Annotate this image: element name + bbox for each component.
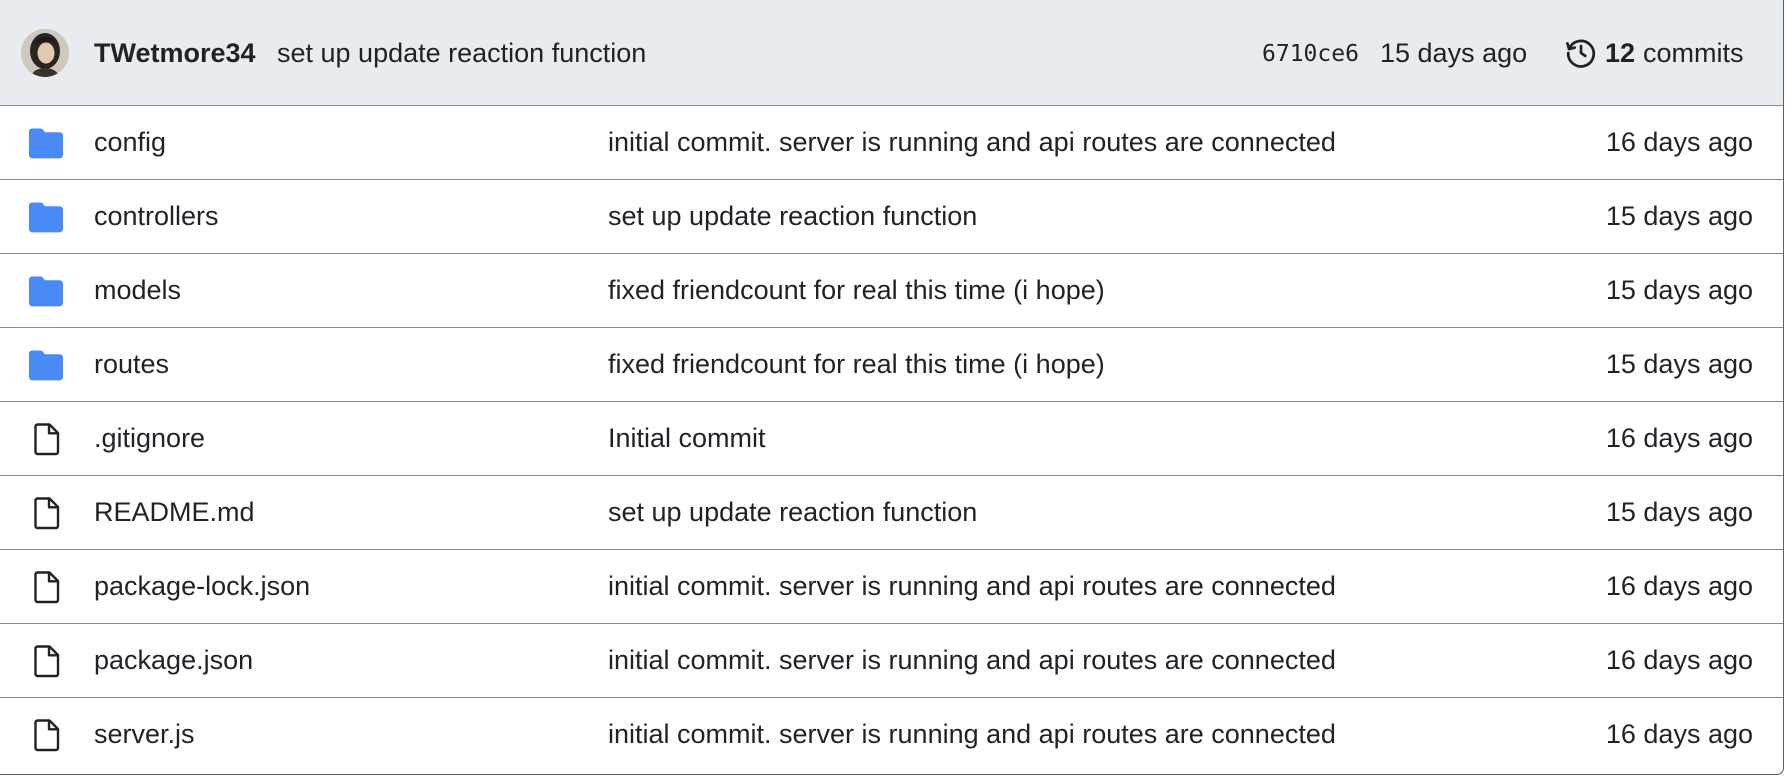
file-row[interactable]: models fixed friendcount for real this ti… (0, 254, 1783, 328)
file-commit-age: 16 days ago (1605, 423, 1753, 453)
file-commit-age: 15 days ago (1605, 275, 1753, 305)
file-commit-age: 16 days ago (1605, 571, 1753, 601)
file-commit-age: 15 days ago (1605, 349, 1753, 379)
folder-icon (28, 126, 64, 160)
file-commit-message-link[interactable]: initial commit. server is running and ap… (608, 125, 1336, 159)
file-commit-message-link[interactable]: initial commit. server is running and ap… (608, 717, 1336, 751)
file-name-link[interactable]: .gitignore (94, 421, 205, 455)
commit-age: 15 days ago (1380, 38, 1528, 68)
file-name-link[interactable]: README.md (94, 495, 255, 529)
file-commit-age: 16 days ago (1605, 719, 1753, 749)
commit-count[interactable]: 12 (1605, 36, 1635, 70)
file-commit-age: 16 days ago (1605, 645, 1753, 675)
file-icon (28, 422, 64, 456)
commit-author-link[interactable]: TWetmore34 (94, 36, 256, 70)
file-name-link[interactable]: routes (94, 347, 169, 381)
file-icon (28, 644, 64, 678)
commits-link[interactable]: commits (1643, 36, 1744, 70)
file-commit-message-link[interactable]: set up update reaction function (608, 495, 977, 529)
file-commit-message-link[interactable]: fixed friendcount for real this time (i … (608, 347, 1105, 381)
file-commit-message-link[interactable]: Initial commit (608, 421, 766, 455)
file-row[interactable]: README.md set up update reaction function… (0, 476, 1783, 550)
file-row[interactable]: package.json initial commit. server is ru… (0, 624, 1783, 698)
file-browser: TWetmore34 set up update reaction functi… (0, 0, 1784, 775)
file-name-link[interactable]: models (94, 273, 181, 307)
file-row[interactable]: package-lock.json initial commit. server … (0, 550, 1783, 624)
latest-commit-bar: TWetmore34 set up update reaction functi… (0, 0, 1783, 106)
file-commit-age: 16 days ago (1605, 127, 1753, 157)
file-icon (28, 570, 64, 604)
file-row[interactable]: server.js initial commit. server is runni… (0, 698, 1783, 772)
file-row[interactable]: .gitignore Initial commit 16 days ago (0, 402, 1783, 476)
author-avatar[interactable] (21, 29, 69, 77)
file-commit-message-link[interactable]: initial commit. server is running and ap… (608, 569, 1336, 603)
file-row[interactable]: routes fixed friendcount for real this ti… (0, 328, 1783, 402)
commit-sha-link[interactable]: 6710ce6 (1262, 39, 1359, 69)
file-commit-message-link[interactable]: set up update reaction function (608, 199, 977, 233)
file-name-link[interactable]: package.json (94, 643, 253, 677)
file-commit-age: 15 days ago (1605, 497, 1753, 527)
file-commit-message-link[interactable]: fixed friendcount for real this time (i … (608, 273, 1105, 307)
history-icon[interactable] (1564, 36, 1598, 70)
folder-icon (28, 348, 64, 382)
file-row[interactable]: config initial commit. server is running … (0, 106, 1783, 180)
file-name-link[interactable]: package-lock.json (94, 569, 310, 603)
file-name-link[interactable]: controllers (94, 199, 219, 233)
folder-icon (28, 200, 64, 234)
file-name-link[interactable]: config (94, 125, 166, 159)
file-commit-message-link[interactable]: initial commit. server is running and ap… (608, 643, 1336, 677)
file-icon (28, 718, 64, 752)
file-commit-age: 15 days ago (1605, 201, 1753, 231)
file-icon (28, 496, 64, 530)
commit-message-link[interactable]: set up update reaction function (277, 36, 646, 70)
file-name-link[interactable]: server.js (94, 717, 195, 751)
file-row[interactable]: controllers set up update reaction functi… (0, 180, 1783, 254)
folder-icon (28, 274, 64, 308)
